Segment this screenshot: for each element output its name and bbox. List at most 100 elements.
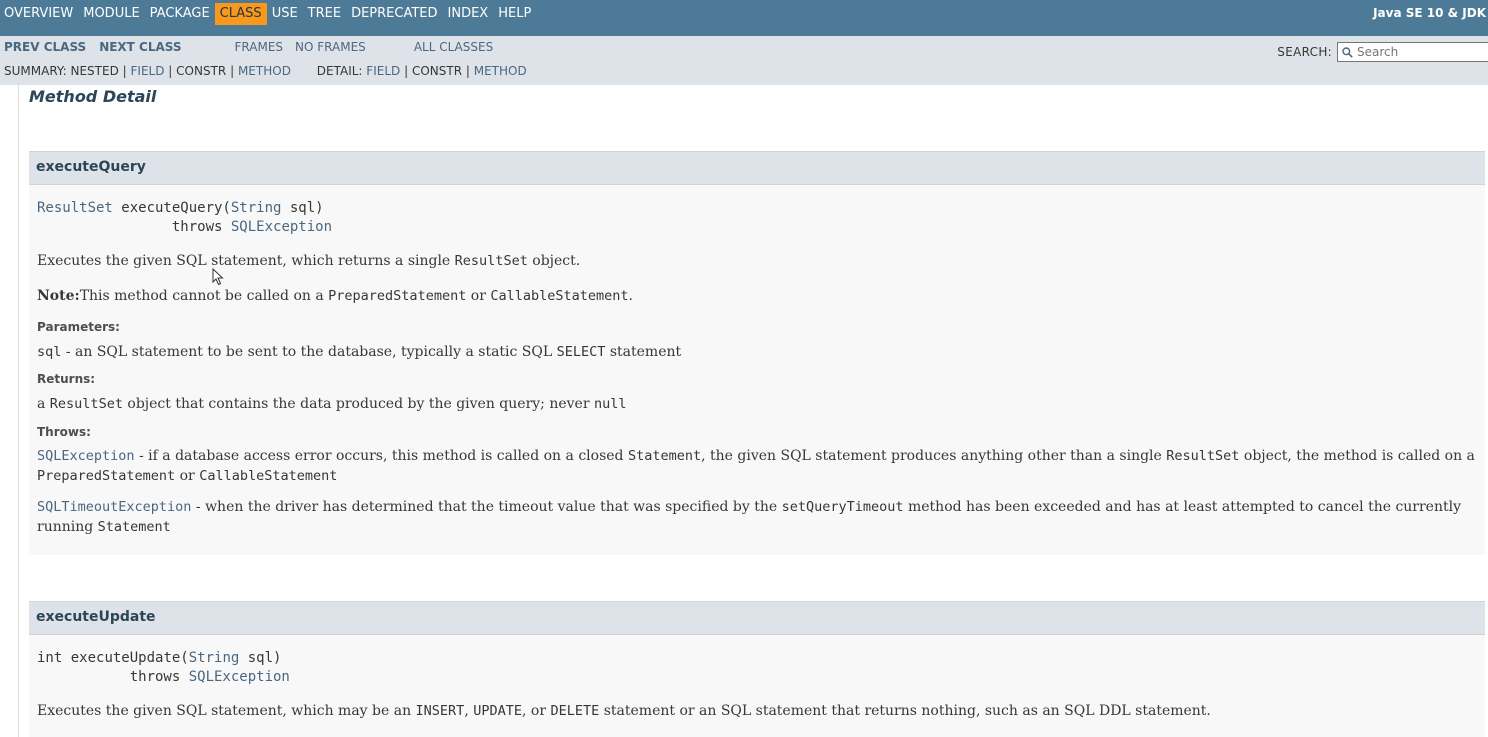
throws-label: Throws: (37, 425, 91, 439)
nav-package[interactable]: Package (145, 3, 215, 25)
code: SELECT (556, 344, 606, 360)
code: setQueryTimeout (781, 499, 904, 515)
method-signature: int executeUpdate(String sql) throws SQL… (37, 649, 290, 687)
search-label: SEARCH: (1277, 45, 1332, 59)
sqlexception-link[interactable]: SQLException (37, 448, 135, 464)
sub-nav-bar: PREV CLASS NEXT CLASS FRAMES NO FRAMES A… (0, 36, 1488, 85)
all-classes-link[interactable]: ALL CLASSES (414, 40, 493, 54)
separator: | (230, 64, 235, 78)
next-class-link[interactable]: NEXT CLASS (99, 40, 181, 54)
code: SQLException (37, 448, 135, 464)
code: UPDATE (473, 703, 523, 719)
sig-method-name: executeUpdate( (62, 650, 189, 666)
sig-throws-keyword: throws (37, 219, 231, 235)
nav-index[interactable]: Index (443, 3, 494, 25)
nav-use[interactable]: Use (267, 3, 303, 25)
sig-param: sql) (239, 650, 282, 666)
code: null (593, 396, 627, 412)
summary-field-link[interactable]: FIELD (131, 64, 165, 78)
resultset-type-link[interactable]: ResultSet (37, 200, 113, 216)
string-type-link[interactable]: String (231, 200, 282, 216)
sig-throws-keyword: throws (37, 669, 189, 685)
separator: | (465, 64, 470, 78)
text: or (175, 468, 200, 484)
text: Executes the given SQL statement, which … (37, 253, 455, 269)
string-type-link[interactable]: String (189, 650, 240, 666)
method-header: executeQuery (29, 151, 1485, 185)
method-detail-executequery: executeQuery ResultSet executeQuery(Stri… (29, 151, 1485, 555)
separator: | (404, 64, 409, 78)
sqltimeoutexception-link[interactable]: SQLTimeoutException (37, 499, 191, 515)
summary-constr: CONSTR (176, 64, 227, 78)
nav-tree[interactable]: Tree (303, 3, 346, 25)
summary-label: SUMMARY: NESTED | (4, 64, 127, 78)
sig-method-name: executeQuery( (112, 200, 231, 216)
code: Statement (97, 519, 171, 535)
left-divider (18, 85, 19, 737)
about-label: Java SE 10 & JDK (1373, 6, 1486, 20)
text: - when the driver has determined that th… (191, 499, 782, 515)
parameter-sql: sql - an SQL statement to be sent to the… (37, 342, 1479, 362)
content-area: Method Detail executeQuery ResultSet exe… (0, 85, 1488, 737)
text: This method cannot be called on a (79, 288, 329, 304)
sqlexception-link[interactable]: SQLException (231, 219, 332, 235)
search-input[interactable] (1353, 45, 1477, 59)
detail-constr: CONSTR (411, 64, 463, 78)
nav-overview[interactable]: Overview (4, 3, 78, 25)
sig-param: sql) (281, 200, 324, 216)
frames-link[interactable]: FRAMES (235, 40, 284, 54)
nav-module[interactable]: Module (78, 3, 144, 25)
detail-label: DETAIL: (316, 64, 363, 78)
sqlexception-link[interactable]: SQLException (189, 669, 290, 685)
code: ResultSet (49, 396, 123, 412)
code: Statement (627, 448, 702, 464)
text: a (37, 396, 50, 412)
top-nav-list: Overview Module Package Class Use Tree D… (4, 3, 536, 25)
text: statement or an SQL statement that retur… (599, 703, 1211, 719)
summary-method-link[interactable]: METHOD (238, 64, 291, 78)
method-signature: ResultSet executeQuery(String sql) throw… (37, 199, 332, 237)
search-icon (1342, 46, 1353, 58)
nav-help[interactable]: Help (493, 3, 536, 25)
detail-field-link[interactable]: FIELD (366, 64, 400, 78)
note-label: Note: (37, 288, 80, 304)
code: CallableStatement (199, 468, 338, 484)
code: PreparedStatement (328, 288, 467, 304)
text: , the given SQL statement produces anyth… (701, 448, 1167, 464)
no-frames-link[interactable]: NO FRAMES (295, 40, 366, 54)
text: object. (527, 253, 581, 269)
method-name: executeQuery (36, 159, 146, 175)
method-detail-heading: Method Detail (29, 87, 157, 106)
code: ResultSet (1166, 448, 1240, 464)
code: INSERT (415, 703, 465, 719)
returns-label: Returns: (37, 372, 96, 386)
summary-detail-links: SUMMARY: NESTED | FIELD | CONSTR | METHO… (4, 64, 527, 78)
top-nav-bar: Overview Module Package Class Use Tree D… (0, 0, 1488, 36)
nav-class: Class (214, 3, 267, 25)
text: object that contains the data produced b… (122, 396, 594, 412)
text: statement (605, 344, 682, 360)
mouse-cursor-icon (212, 268, 224, 286)
text: Executes the given SQL statement, which … (37, 703, 416, 719)
throws-sqlexception: SQLException - if a database access erro… (37, 446, 1479, 486)
text: , or (522, 703, 551, 719)
nav-deprecated[interactable]: Deprecated (346, 3, 442, 25)
code: SQLTimeoutException (37, 499, 192, 515)
parameters-label: Parameters: (37, 320, 120, 334)
search-box[interactable] (1337, 42, 1488, 62)
sub-nav-links: PREV CLASS NEXT CLASS FRAMES NO FRAMES A… (4, 40, 505, 54)
prev-class-link[interactable]: PREV CLASS (4, 40, 86, 54)
text: - if a database access error occurs, thi… (134, 448, 628, 464)
code: PreparedStatement (37, 468, 176, 484)
returns-description: a ResultSet object that contains the dat… (37, 394, 1479, 414)
text: or (466, 288, 491, 304)
text: object, the method is called on a (1239, 448, 1475, 464)
method-name: executeUpdate (36, 609, 156, 625)
code: DELETE (550, 703, 600, 719)
code: CallableStatement (490, 288, 629, 304)
detail-method-link[interactable]: METHOD (474, 64, 527, 78)
text: . (628, 288, 633, 304)
method-description: Executes the given SQL statement, which … (37, 251, 1479, 271)
